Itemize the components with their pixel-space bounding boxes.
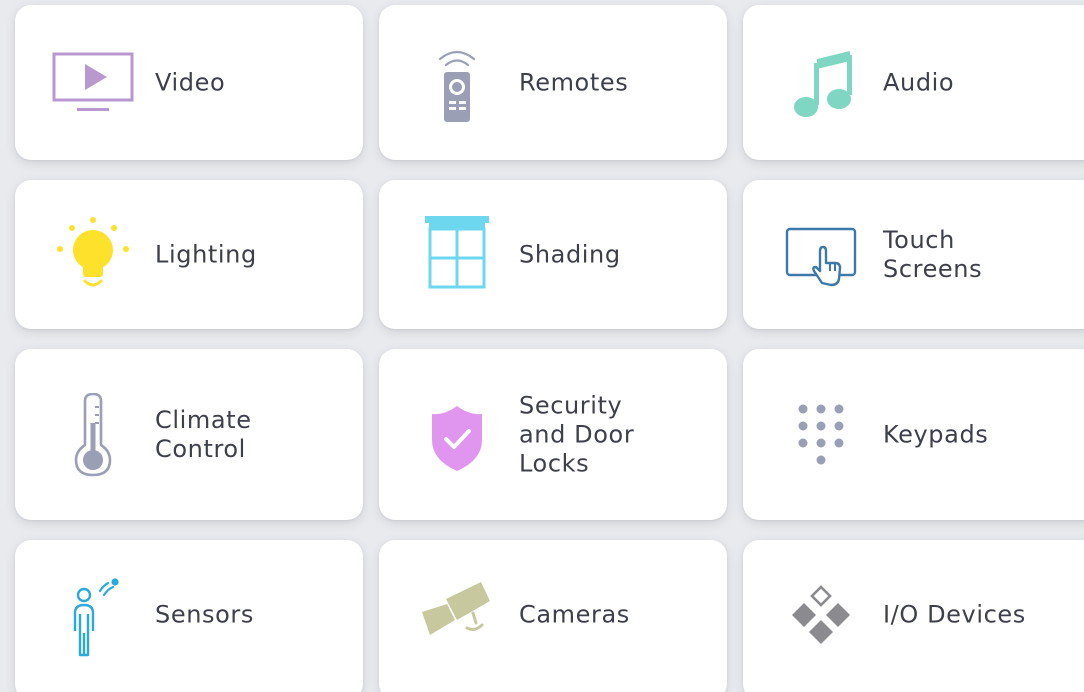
- keypad-icon: [773, 393, 869, 477]
- light-bulb-icon: [45, 213, 141, 297]
- tile-audio[interactable]: Audio: [743, 5, 1084, 160]
- tile-lighting[interactable]: Lighting: [15, 180, 363, 329]
- tile-label: I/O Devices: [883, 600, 1026, 629]
- tile-sensors[interactable]: Sensors: [15, 540, 363, 692]
- tile-touch-screens[interactable]: Touch Screens: [743, 180, 1084, 329]
- thermometer-icon: [45, 392, 141, 477]
- tile-label: Lighting: [155, 240, 257, 268]
- remote-control-icon: [409, 41, 505, 125]
- tile-label: Keypads: [883, 420, 989, 448]
- tile-label: Climate Control: [155, 405, 252, 463]
- tile-label: Shading: [519, 240, 621, 268]
- tile-climate-control[interactable]: Climate Control: [15, 349, 363, 520]
- tv-play-icon: [45, 41, 141, 125]
- tile-label: Remotes: [519, 68, 629, 96]
- device-category-grid: Video Remotes Audio Lighting Shading Tou…: [0, 0, 1084, 692]
- tile-label: Audio: [883, 68, 955, 96]
- tile-label: Cameras: [519, 600, 630, 629]
- tile-label: Touch Screens: [883, 225, 983, 283]
- tile-io-devices[interactable]: I/O Devices: [743, 540, 1084, 692]
- music-note-icon: [773, 41, 869, 125]
- tile-label: Security and Door Locks: [519, 391, 635, 477]
- tile-cameras[interactable]: Cameras: [379, 540, 727, 692]
- tile-remotes[interactable]: Remotes: [379, 5, 727, 160]
- tile-security-door-locks[interactable]: Security and Door Locks: [379, 349, 727, 520]
- tile-video[interactable]: Video: [15, 5, 363, 160]
- tile-keypads[interactable]: Keypads: [743, 349, 1084, 520]
- person-sensor-icon: [45, 578, 141, 662]
- io-diamond-icon: [773, 578, 869, 662]
- security-camera-icon: [409, 578, 505, 662]
- touch-screen-icon: [773, 213, 869, 297]
- tile-label: Video: [155, 68, 226, 96]
- shield-check-icon: [409, 393, 505, 477]
- tile-label: Sensors: [155, 600, 254, 629]
- window-shade-icon: [409, 213, 505, 297]
- tile-shading[interactable]: Shading: [379, 180, 727, 329]
